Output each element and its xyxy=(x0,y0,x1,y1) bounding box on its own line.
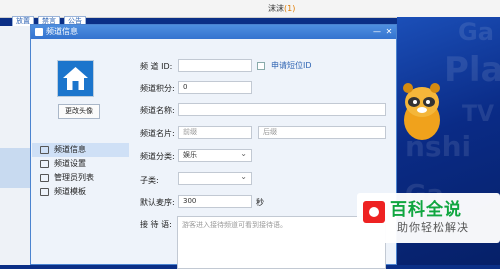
channel-settings-icon xyxy=(40,160,49,168)
dialog-side-nav: 频道信息 频道设置 管理员列表 频道模板 xyxy=(32,143,129,199)
minimize-icon[interactable]: — xyxy=(372,26,382,37)
admin-list-icon xyxy=(40,174,49,182)
raccoon-mascot-icon xyxy=(403,83,440,140)
category-select[interactable]: 娱乐 xyxy=(178,148,252,162)
nav-item-label: 频道信息 xyxy=(54,145,86,154)
channel-template-icon xyxy=(40,188,49,196)
channel-category-label: 频道分类: xyxy=(140,152,175,161)
channel-card-label: 频道名片: xyxy=(140,129,175,138)
mic-order-unit: 秒 xyxy=(256,198,264,207)
baike-logo-icon xyxy=(363,201,385,223)
nav-item-channel-template[interactable]: 频道模板 xyxy=(32,185,129,199)
dialog-title-bar[interactable]: 频道信息 — ✕ xyxy=(31,25,396,39)
channel-id-field xyxy=(178,59,252,72)
apply-short-id-checkbox[interactable] xyxy=(257,62,265,70)
nav-item-admin-list[interactable]: 管理员列表 xyxy=(32,171,129,185)
background-channel-title: 沫沫(1) xyxy=(268,4,296,13)
channel-points-label: 频道积分: xyxy=(140,84,175,93)
change-avatar-button[interactable]: 更改头像 xyxy=(58,104,100,119)
card-prefix-input[interactable]: 前缀 xyxy=(178,126,252,139)
card-suffix-input[interactable]: 后缀 xyxy=(258,126,386,139)
greeting-label: 接 待 语: xyxy=(140,220,172,229)
mic-order-label: 默认麦序: xyxy=(140,198,175,207)
watermark-title: 百科全说 xyxy=(390,200,462,220)
channel-points-field: 0 xyxy=(178,81,252,94)
apply-short-id-link[interactable]: 申请短位ID xyxy=(271,60,312,71)
channel-id-label: 频 道 ID: xyxy=(140,62,173,71)
nav-item-label: 频道模板 xyxy=(54,187,86,196)
nav-item-channel-info[interactable]: 频道信息 xyxy=(32,143,129,157)
app-icon xyxy=(35,28,43,36)
dialog-title: 频道信息 xyxy=(46,27,78,36)
channel-info-icon xyxy=(40,146,49,154)
channel-avatar-house-icon xyxy=(57,60,94,97)
greeting-textarea[interactable]: 游客进入接待频道可看到接待语。 xyxy=(177,216,386,269)
close-icon[interactable]: ✕ xyxy=(384,26,394,37)
subcategory-label: 子类: xyxy=(140,176,159,185)
background-watermark-text: TV xyxy=(462,102,495,127)
mic-order-input[interactable]: 300 xyxy=(178,195,252,208)
channel-name-label: 频道名称: xyxy=(140,106,175,115)
background-watermark-text: Ga xyxy=(458,18,494,46)
background-watermark-text: Play xyxy=(444,50,500,90)
channel-name-input[interactable] xyxy=(178,103,386,116)
nav-item-channel-settings[interactable]: 频道设置 xyxy=(32,157,129,171)
baike-watermark: 百科全说 助你轻松解决 xyxy=(357,193,500,243)
watermark-subtitle: 助你轻松解决 xyxy=(397,221,469,234)
nav-item-label: 管理员列表 xyxy=(54,173,94,182)
nav-item-label: 频道设置 xyxy=(54,159,86,168)
background-left-column xyxy=(0,26,30,265)
subcategory-select[interactable] xyxy=(178,171,252,185)
